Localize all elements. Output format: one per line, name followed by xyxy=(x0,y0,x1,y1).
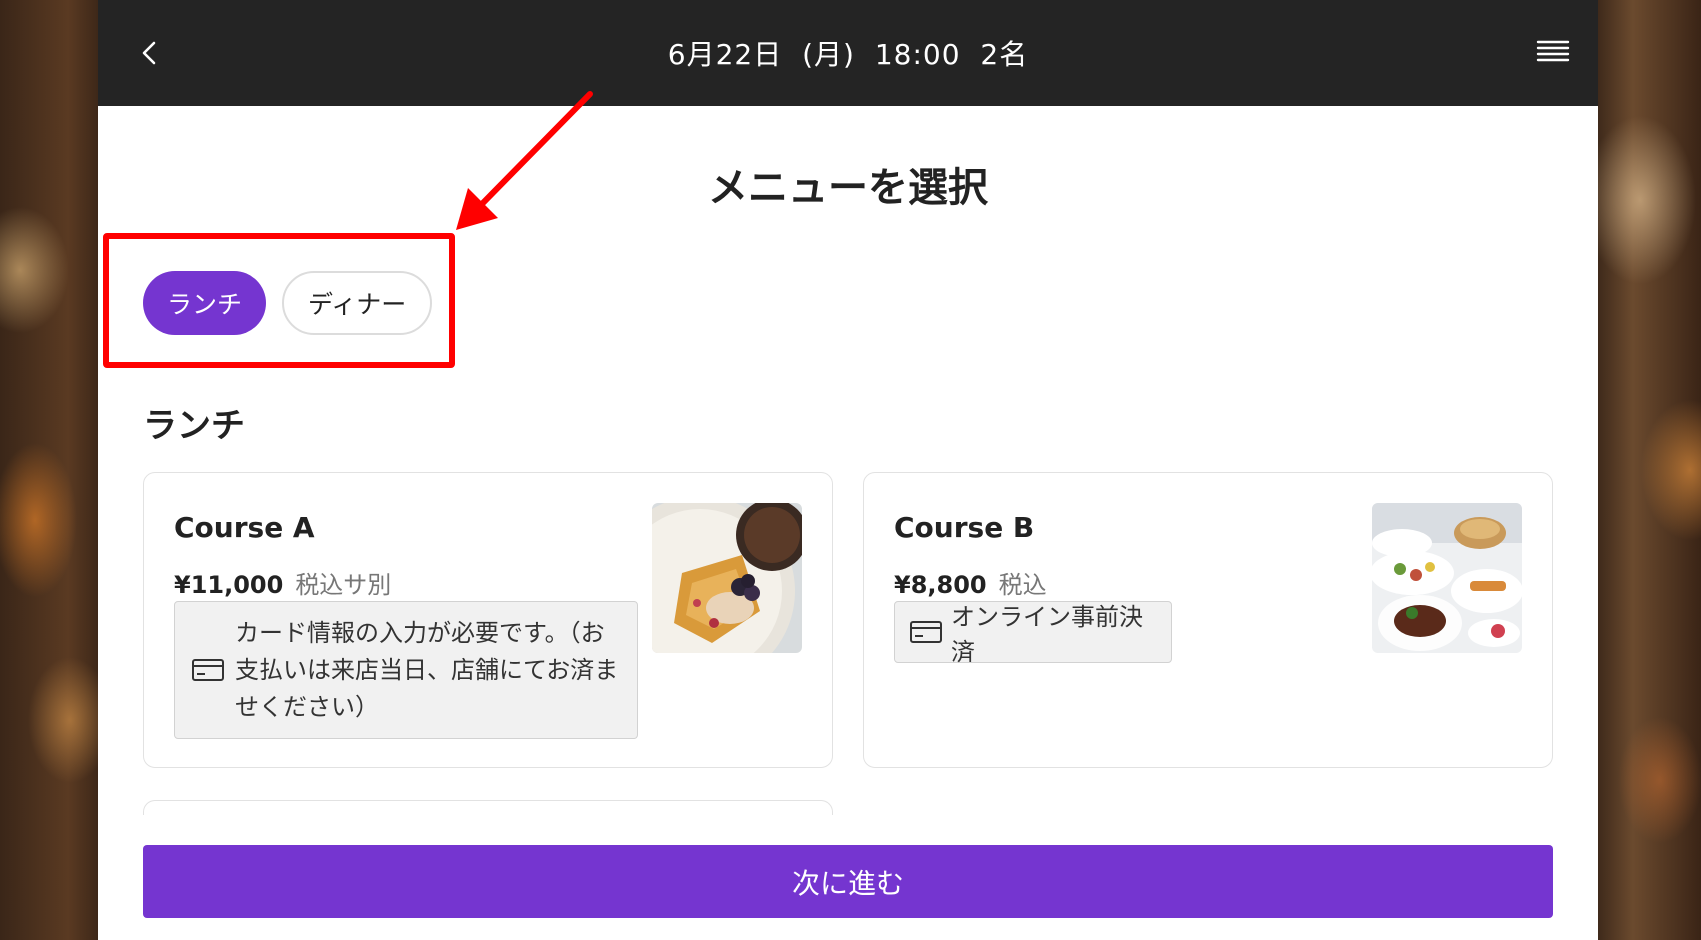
course-card-a[interactable]: Course A ¥11,000 税込サ別 カード情報の入力が必要です。（お支払い… xyxy=(143,472,833,768)
hamburger-menu-icon[interactable] xyxy=(1536,36,1570,70)
section-title: ランチ xyxy=(143,406,245,446)
reservation-summary: 6月22日 (月) 18:00 2名 xyxy=(667,38,1029,71)
chevron-left-icon[interactable] xyxy=(134,37,166,69)
page-title: メニューを選択 xyxy=(708,165,988,211)
reservation-panel: 6月22日 (月) 18:00 2名 メニューを選択 ランチ ディナー ランチ … xyxy=(98,0,1598,940)
course-image-dishes xyxy=(1372,503,1522,653)
credit-card-icon xyxy=(192,659,224,681)
payment-note-text: カード情報の入力が必要です。（お支払いは来店当日、店舗にてお済ませください） xyxy=(235,618,619,721)
price-row: ¥11,000 税込サ別 xyxy=(174,565,391,600)
annotation-arrow xyxy=(456,91,593,230)
course-image-waffle xyxy=(652,503,802,653)
price-row: ¥8,800 税込 xyxy=(894,565,1047,600)
course-name: Course A xyxy=(174,511,315,544)
tax-note: 税込サ別 xyxy=(295,571,392,599)
payment-note-text: オンライン事前決済 xyxy=(951,603,1143,666)
course-price: ¥8,800 xyxy=(894,571,987,599)
tax-note: 税込 xyxy=(998,571,1047,599)
course-price: ¥11,000 xyxy=(174,571,284,599)
header-bar: 6月22日 (月) 18:00 2名 xyxy=(98,0,1598,106)
course-name: Course B xyxy=(894,511,1035,544)
payment-note-badge: カード情報の入力が必要です。（お支払いは来店当日、店舗にてお済ませください） xyxy=(174,601,638,739)
payment-note-badge: オンライン事前決済 xyxy=(894,601,1172,666)
next-button[interactable]: 次に進む xyxy=(143,845,1553,918)
annotation-highlight-box xyxy=(103,233,455,368)
credit-card-icon xyxy=(910,621,942,643)
course-card-b[interactable]: Course B ¥8,800 税込 オンライン事前決済 xyxy=(863,472,1553,768)
